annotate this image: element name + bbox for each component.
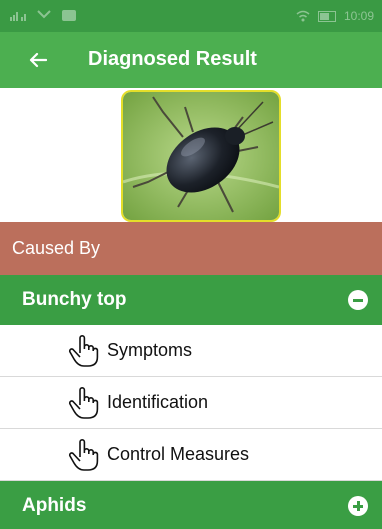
back-button[interactable] bbox=[22, 44, 54, 76]
status-bar: 10:09 bbox=[0, 0, 382, 32]
group-title: Bunchy top bbox=[22, 289, 127, 310]
wifi-icon bbox=[296, 10, 310, 22]
notification-icon bbox=[62, 9, 76, 21]
image-area bbox=[0, 88, 382, 222]
battery-icon bbox=[317, 10, 336, 22]
list-item-identification[interactable]: Identification bbox=[0, 377, 382, 429]
group-header-aphids[interactable]: Aphids bbox=[0, 481, 382, 529]
list-item-symptoms[interactable]: Symptoms bbox=[0, 325, 382, 377]
hand-pointer-icon bbox=[68, 335, 99, 367]
group-header-bunchy-top[interactable]: Bunchy top bbox=[0, 275, 382, 325]
hand-pointer-icon bbox=[68, 387, 99, 419]
missed-call-icon bbox=[37, 10, 51, 19]
page-title: Diagnosed Result bbox=[88, 48, 257, 70]
collapse-icon[interactable] bbox=[348, 290, 368, 310]
app-bar: Diagnosed Result bbox=[0, 32, 382, 88]
item-label: Control Measures bbox=[107, 444, 250, 464]
expand-icon[interactable] bbox=[348, 496, 368, 516]
hand-pointer-icon bbox=[68, 439, 99, 471]
status-icons-right: 10:09 bbox=[296, 9, 374, 23]
item-label: Symptoms bbox=[107, 340, 193, 360]
list-item-control-measures[interactable]: Control Measures bbox=[0, 429, 382, 481]
arrow-left-icon bbox=[29, 52, 47, 68]
signal-icon bbox=[10, 12, 26, 21]
aphid-photo bbox=[123, 92, 279, 220]
status-icons-left bbox=[10, 9, 76, 21]
caused-by-header: Caused By bbox=[0, 222, 382, 275]
status-time: 10:09 bbox=[343, 9, 374, 23]
item-label: Identification bbox=[107, 392, 209, 412]
pest-image bbox=[121, 90, 281, 222]
group-title: Aphids bbox=[22, 495, 87, 516]
caused-by-label: Caused By bbox=[12, 238, 101, 258]
